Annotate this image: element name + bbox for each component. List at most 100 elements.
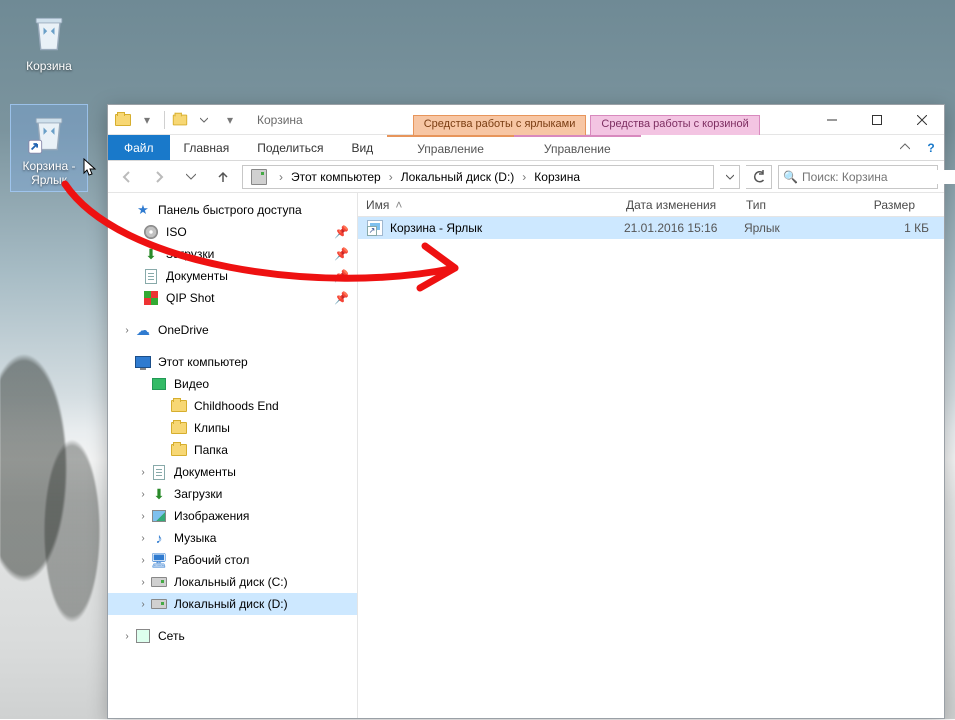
tree-label: Загрузки [166,247,330,261]
breadcrumb-chevron[interactable]: › [387,166,395,188]
file-list[interactable]: Корзина - Ярлык 21.01.2016 15:16 Ярлык 1… [358,217,944,718]
tree-pictures[interactable]: › Изображения [108,505,357,527]
tree-label: OneDrive [158,323,349,337]
breadcrumb-current[interactable]: Корзина [528,166,586,188]
maximize-icon [872,115,882,125]
tree-video-sub2[interactable]: Клипы [108,417,357,439]
tree-desktop[interactable]: › 🖥 Рабочий стол [108,549,357,571]
file-row[interactable]: Корзина - Ярлык 21.01.2016 15:16 Ярлык 1… [358,217,944,239]
nav-up-button[interactable] [210,164,236,190]
tree-label: QIP Shot [166,291,330,305]
titlebar[interactable]: ▾ ▾ Корзина Средства работы с ярлыками С… [108,105,944,135]
qat-properties-icon[interactable] [171,111,189,129]
separator [164,111,165,129]
context-tab-recycle-tools[interactable]: Средства работы с корзиной [590,115,759,135]
nav-forward-button[interactable] [146,164,172,190]
tree-video-sub1[interactable]: Childhoods End [108,395,357,417]
file-name: Корзина - Ярлык [390,221,624,235]
expander-icon[interactable]: › [136,467,150,478]
maximize-button[interactable] [854,105,899,134]
tree-qa-qipshot[interactable]: QIP Shot 📌 [108,287,357,309]
drive-icon [251,169,267,185]
desktop-icon-recycle-bin-shortcut[interactable]: Корзина - Ярлык [10,104,88,192]
breadcrumb-root[interactable] [245,166,277,188]
tree-network[interactable]: › Сеть [108,625,357,647]
column-header-type[interactable]: Тип [738,198,848,212]
expander-icon[interactable]: › [136,533,150,544]
tree-video[interactable]: Видео [108,373,357,395]
tree-downloads[interactable]: › ⬇ Загрузки [108,483,357,505]
breadcrumb-chevron[interactable]: › [277,166,285,188]
ribbon-tab-share[interactable]: Поделиться [243,135,337,160]
tree-label: Изображения [174,509,349,523]
network-icon [134,627,152,645]
expander-icon[interactable]: › [136,577,150,588]
column-label: Имя [366,198,389,212]
tree-qa-downloads[interactable]: ⬇ Загрузки 📌 [108,243,357,265]
ribbon-tab-file[interactable]: Файл [108,135,170,160]
pin-icon: 📌 [334,225,349,239]
column-header-name[interactable]: Имя ˄ [358,198,618,212]
ribbon-tabs: Файл Главная Поделиться Вид Управление У… [108,135,944,161]
close-button[interactable] [899,105,944,134]
tree-label: Сеть [158,629,349,643]
ribbon-collapse-button[interactable] [892,141,918,155]
breadcrumb-this-pc[interactable]: Этот компьютер [285,166,387,188]
tree-label: Клипы [194,421,349,435]
tree-drive-d[interactable]: › Локальный диск (D:) [108,593,357,615]
expander-icon[interactable]: › [120,325,134,336]
ribbon-tab-home[interactable]: Главная [170,135,244,160]
desktop-icon-recycle-bin[interactable]: Корзина [10,4,88,78]
tree-documents[interactable]: › Документы [108,461,357,483]
file-size: 1 КБ [854,221,929,235]
qat-dropdown-2[interactable] [193,109,215,131]
nav-recent-button[interactable] [178,164,204,190]
column-header-size[interactable]: Размер [848,198,923,212]
folder-icon [170,441,188,459]
refresh-button[interactable] [746,165,772,189]
tree-onedrive[interactable]: › ☁ OneDrive [108,319,357,341]
expander-icon[interactable]: › [136,555,150,566]
content-pane: Имя ˄ Дата изменения Тип Размер Корзина … [358,193,944,718]
breadcrumb-chevron[interactable]: › [520,166,528,188]
document-icon [142,267,160,285]
search-box[interactable]: 🔍 [778,165,938,189]
chevron-down-icon [726,173,734,181]
minimize-button[interactable] [809,105,854,134]
expander-icon[interactable]: › [136,489,150,500]
recycle-bin-shortcut-icon [25,109,73,157]
tree-qa-iso[interactable]: ISO 📌 [108,221,357,243]
onedrive-icon: ☁ [134,321,152,339]
context-tab-shortcut-tools[interactable]: Средства работы с ярлыками [413,115,587,135]
expander-icon[interactable]: › [136,599,150,610]
column-header-date[interactable]: Дата изменения [618,198,738,212]
desktop-background: Корзина Корзина - Ярлык ▾ ▾ Корзина Сред… [0,0,955,719]
tree-qa-documents[interactable]: Документы 📌 [108,265,357,287]
qat-dropdown[interactable]: ▾ [136,109,158,131]
search-input[interactable] [802,170,955,184]
download-icon: ⬇ [150,485,168,503]
navigation-tree[interactable]: ★ Панель быстрого доступа ISO 📌 ⬇ Загруз… [108,193,358,718]
shortcut-icon [366,219,384,237]
tree-drive-c[interactable]: › Локальный диск (C:) [108,571,357,593]
address-history-button[interactable] [720,165,740,189]
ribbon-tab-manage-recycle[interactable]: Управление [514,135,641,160]
ribbon-tab-manage-shortcut[interactable]: Управление [387,135,514,160]
expander-icon[interactable]: › [120,631,134,642]
address-bar[interactable]: › Этот компьютер › Локальный диск (D:) ›… [242,165,714,189]
document-icon [150,463,168,481]
tree-this-pc[interactable]: Этот компьютер [108,351,357,373]
refresh-icon [752,170,766,184]
ribbon-tab-view[interactable]: Вид [337,135,387,160]
expander-icon[interactable]: › [136,511,150,522]
nav-back-button[interactable] [114,164,140,190]
tree-quick-access[interactable]: ★ Панель быстрого доступа [108,199,357,221]
qat-customize[interactable]: ▾ [219,109,241,131]
chevron-up-icon [900,142,910,152]
tree-label: Рабочий стол [174,553,349,567]
tree-video-sub3[interactable]: Папка [108,439,357,461]
breadcrumb-drive-d[interactable]: Локальный диск (D:) [395,166,521,188]
tree-music[interactable]: › ♪ Музыка [108,527,357,549]
help-button[interactable]: ? [918,141,944,155]
desktop-icon-label: Корзина - Ярлык [13,159,85,187]
